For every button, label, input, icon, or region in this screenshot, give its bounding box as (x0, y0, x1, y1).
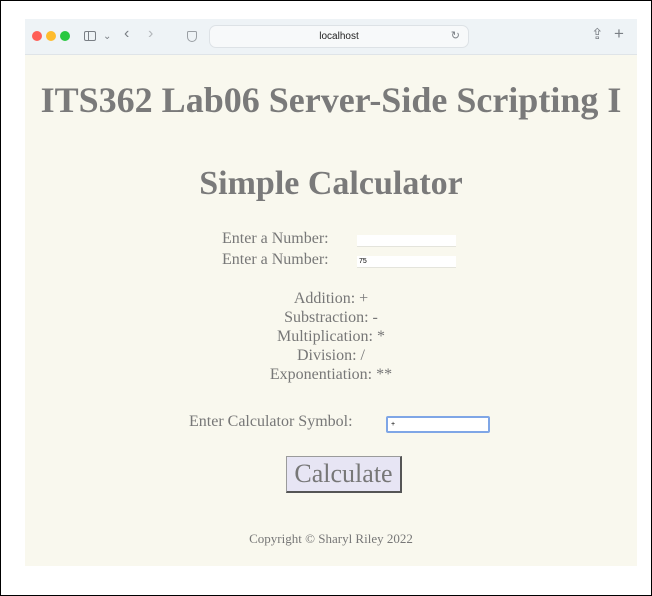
sidebar-icon[interactable] (84, 31, 96, 41)
multiplication-text: Multiplication: * (277, 328, 385, 345)
calculate-button[interactable]: Calculate (286, 456, 402, 493)
calculator-title: Simple Calculator (199, 165, 463, 202)
address-bar[interactable]: localhost ↻ (209, 25, 469, 48)
browser-toolbar: ⌄ ‹ › localhost ↻ ⇪ + (25, 19, 637, 55)
number-1-input[interactable] (357, 235, 456, 247)
symbol-label: Enter Calculator Symbol: (189, 413, 353, 430)
number-2-label: Enter a Number: (222, 251, 329, 268)
division-text: Division: / (296, 347, 365, 364)
shield-icon[interactable] (187, 31, 197, 42)
exponentiation-text: Exponentiation: ** (269, 366, 393, 383)
zoom-window-button[interactable] (60, 31, 70, 41)
copyright: Copyright © Sharyl Riley 2022 (249, 531, 413, 546)
share-icon[interactable]: ⇪ (591, 25, 604, 45)
back-icon[interactable]: ‹ (124, 24, 129, 44)
address-text: localhost (319, 31, 359, 42)
number-1-label: Enter a Number: (222, 230, 329, 247)
addition-text: Addition: + (293, 290, 369, 307)
subtraction-text: Substraction: - (284, 309, 378, 326)
minimize-window-button[interactable] (46, 31, 56, 41)
symbol-input[interactable]: + (386, 416, 490, 433)
forward-icon[interactable]: › (148, 24, 153, 44)
chevron-down-icon[interactable]: ⌄ (103, 27, 111, 47)
plus-icon[interactable]: + (614, 24, 624, 44)
page-title: ITS362 Lab06 Server-Side Scripting I (40, 80, 622, 120)
reload-icon[interactable]: ↻ (451, 26, 460, 47)
number-2-input[interactable]: 75 (357, 256, 456, 268)
screenshot-frame: ⌄ ‹ › localhost ↻ ⇪ + ITS362 Lab06 Serve… (0, 0, 652, 596)
close-window-button[interactable] (32, 31, 42, 41)
calculator-page: ITS362 Lab06 Server-Side Scripting I Sim… (25, 55, 637, 566)
